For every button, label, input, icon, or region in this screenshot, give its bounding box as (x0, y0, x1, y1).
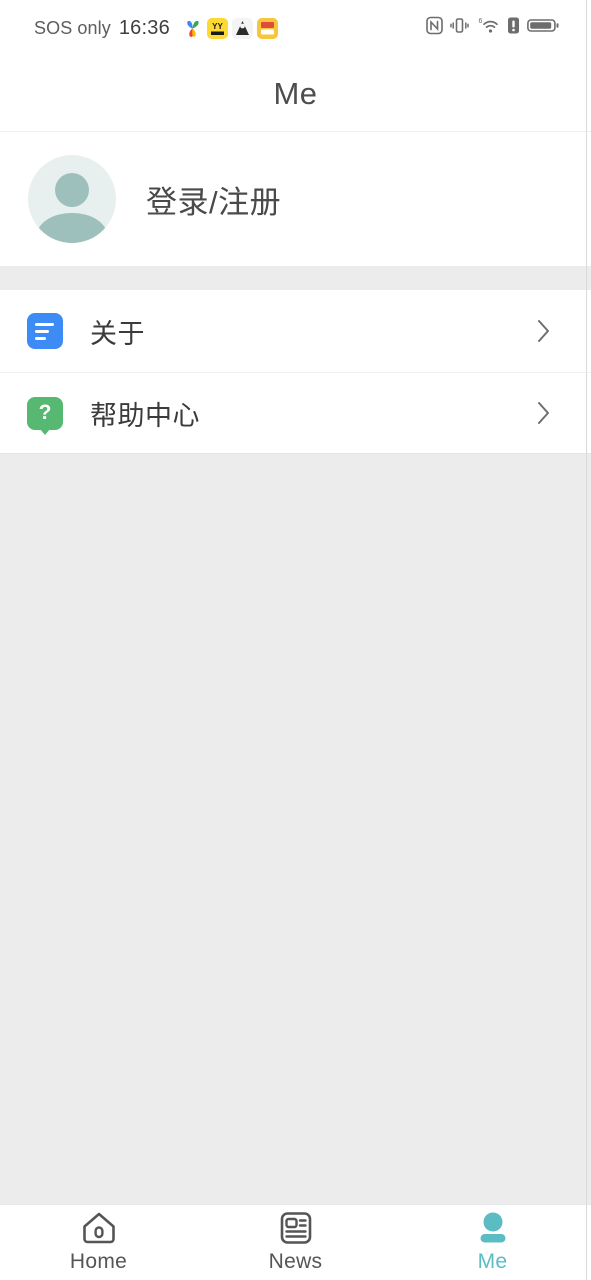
empty-content-area (0, 454, 591, 1204)
status-bar-right: 6 (426, 16, 573, 40)
news-icon (277, 1211, 315, 1245)
svg-text:6: 6 (479, 18, 483, 25)
vibrate-icon (450, 16, 469, 40)
orange-app-icon (256, 17, 278, 39)
tab-home[interactable]: Home (0, 1205, 197, 1280)
menu-item-about-label: 关于 (90, 318, 145, 349)
menu-list: 关于 ? 帮助中心 (0, 290, 591, 454)
login-register-label[interactable]: 登录/注册 (146, 177, 281, 222)
bottom-tab-bar: Home News Me (0, 1204, 591, 1280)
help-question-glyph: ? (38, 401, 52, 424)
phone-screen: SOS only 16:36 YY 6 Me 登录/注册 关于 ? 帮助中心 H… (0, 0, 591, 1280)
avatar-head-shape (55, 173, 89, 207)
chevron-right-icon (531, 318, 557, 344)
tab-news-label: News (268, 1250, 323, 1273)
home-icon (79, 1211, 119, 1245)
avatar-body-shape (37, 213, 107, 243)
help-question-icon: ? (26, 394, 64, 435)
status-bar: SOS only 16:36 YY 6 (0, 0, 591, 56)
section-gap-band (0, 266, 591, 290)
avatar[interactable] (28, 155, 116, 243)
chevron-right-icon (531, 400, 557, 426)
nfc-icon (426, 16, 443, 40)
profile-login-row[interactable]: 登录/注册 (0, 132, 591, 266)
penguin-app-icon (231, 17, 253, 39)
menu-item-help-center-label: 帮助中心 (90, 400, 200, 431)
notification-icons: YY (181, 17, 278, 39)
sim-alert-icon (507, 16, 520, 40)
tab-home-label: Home (69, 1250, 128, 1273)
carrier-label: SOS only (34, 17, 111, 38)
menu-item-about[interactable]: 关于 (0, 290, 591, 372)
tab-me[interactable]: Me (394, 1205, 591, 1280)
person-icon (474, 1211, 512, 1245)
clock-label: 16:36 (118, 16, 170, 39)
menu-item-help-center[interactable]: ? 帮助中心 (0, 372, 591, 454)
tab-news[interactable]: News (197, 1205, 394, 1280)
about-document-icon (26, 312, 64, 350)
svg-text:YY: YY (212, 22, 223, 31)
page-header: Me (0, 56, 591, 132)
battery-icon (527, 16, 559, 40)
tab-me-label: Me (477, 1250, 508, 1273)
viewport-right-edge (586, 0, 587, 1280)
page-title: Me (273, 75, 318, 111)
status-bar-left: SOS only 16:36 YY (34, 17, 278, 40)
wifi-icon: 6 (476, 16, 500, 40)
pinwheel-app-icon (181, 17, 203, 39)
yy-app-icon: YY (206, 17, 228, 39)
